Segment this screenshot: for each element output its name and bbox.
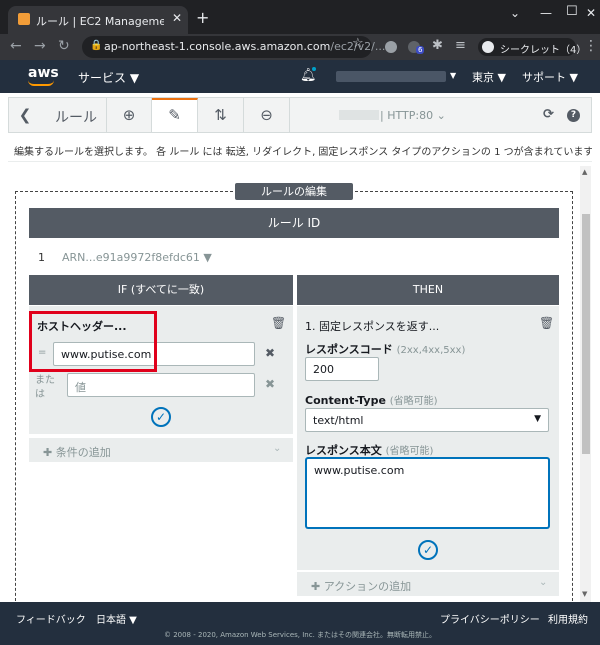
notification-dot <box>312 67 316 71</box>
edit-rule-icon[interactable]: ✎ <box>152 98 198 132</box>
reading-list-icon[interactable]: ≡ <box>455 38 466 53</box>
add-condition-button[interactable]: ✚ 条件の追加 ⌄ <box>29 438 293 462</box>
add-action-chevron-icon: ⌄ <box>539 577 548 588</box>
content-type-label: Content-Type (省略可能) <box>305 394 438 407</box>
response-body-label: レスポンス本文 (省略可能) <box>305 444 434 457</box>
close-tab-icon[interactable]: ✕ <box>172 11 182 25</box>
add-action-label: ✚ アクションの追加 <box>311 580 412 593</box>
rule-arn-dropdown[interactable]: ARN...e91a9972f8efdc61 ▼ <box>62 251 212 264</box>
account-menu-redacted[interactable] <box>336 71 446 82</box>
page-title: ルール <box>55 110 97 126</box>
aws-logo[interactable]: aws <box>28 65 59 81</box>
terms-link[interactable]: 利用規約 <box>548 611 588 626</box>
additional-value-input[interactable]: 値 <box>67 373 255 397</box>
remove-value-icon[interactable]: ✖ <box>265 346 275 360</box>
response-body-textarea[interactable]: www.putise.com <box>306 458 549 528</box>
back-icon[interactable]: ← <box>10 38 22 54</box>
content-type-select[interactable]: text/html ▼ <box>305 408 549 432</box>
response-code-input[interactable]: 200 <box>305 357 379 381</box>
minimize-icon[interactable]: — <box>540 6 552 20</box>
add-condition-label: ✚ 条件の追加 <box>43 446 111 459</box>
rule-id-header: ルール ID <box>29 208 559 238</box>
account-menu-caret-icon[interactable]: ▼ <box>450 71 456 80</box>
back-button[interactable]: ❮ <box>9 98 41 132</box>
bookmark-star-icon[interactable]: ☆ <box>352 36 364 51</box>
remove-additional-value-icon[interactable]: ✖ <box>265 377 275 391</box>
highlight-box <box>29 311 157 372</box>
delete-rule-icon[interactable]: ⊖ <box>244 98 290 132</box>
response-code-label: レスポンスコード (2xx,4xx,5xx) <box>305 343 466 356</box>
region-menu[interactable]: 東京 ▼ <box>472 69 506 85</box>
close-window-icon[interactable]: ✕ <box>586 6 596 20</box>
browser-address-bar: ← → ↻ 🔒 ap-northeast-1.console.aws.amazo… <box>0 34 600 60</box>
rule-editor-label: ルールの編集 <box>235 183 353 200</box>
rule-number: 1 <box>38 251 45 264</box>
or-label: または <box>35 375 55 400</box>
scroll-up-icon[interactable]: ▲ <box>582 168 587 176</box>
help-icon[interactable]: ? <box>567 109 580 122</box>
action-title: 1. 固定レスポンスを返す... <box>305 320 440 333</box>
aws-favicon-icon <box>18 13 30 25</box>
reload-icon[interactable]: ↻ <box>58 38 70 54</box>
maximize-icon[interactable]: ☐ <box>566 4 578 19</box>
action-panel: 1. 固定レスポンスを返す... 🗑︎ レスポンスコード (2xx,4xx,5x… <box>297 306 559 570</box>
refresh-icon[interactable]: ⟳ <box>543 107 554 122</box>
tab-title: ルール | EC2 Management Console <box>36 15 164 28</box>
dropdown-arrow-icon: ▼ <box>534 414 541 424</box>
extensions-puzzle-icon[interactable]: ✱ <box>432 38 443 53</box>
url-field[interactable]: 🔒 ap-northeast-1.console.aws.amazon.com/… <box>82 36 385 58</box>
browser-tab-bar: ルール | EC2 Management Console ✕ + ⌄ — ☐ ✕ <box>0 0 600 34</box>
rules-toolbar: ❮ ルール ⊕ ✎ ⇅ ⊖ est-alb | HTTP:80 ⌄ ⟳ ? <box>8 97 592 133</box>
delete-action-icon[interactable]: 🗑︎ <box>539 316 554 330</box>
aws-top-nav: aws サービス ▼ 🔔︎ ▼ 東京 ▼ サポート ▼ <box>0 60 600 93</box>
copyright-notice: © 2008 - 2020, Amazon Web Services, Inc.… <box>163 631 437 639</box>
forward-icon[interactable]: → <box>34 38 46 54</box>
language-selector[interactable]: 日本語 ▼ <box>96 611 137 626</box>
add-rule-icon[interactable]: ⊕ <box>106 98 152 132</box>
new-tab-icon[interactable]: + <box>196 8 209 27</box>
confirm-condition-icon[interactable]: ✓ <box>151 407 171 427</box>
info-message: 編集するルールを選択します。 各 ルール には 転送, リダイレクト, 固定レス… <box>8 136 592 162</box>
incognito-profile[interactable]: シークレット（4） <box>478 38 586 56</box>
console-footer: フィードバック 日本語 ▼ プライバシーポリシー 利用規約 © 2008 - 2… <box>0 602 600 645</box>
support-menu[interactable]: サポート ▼ <box>522 69 578 85</box>
content-type-value: text/html <box>313 414 364 427</box>
extension-icon[interactable] <box>385 41 397 53</box>
delete-condition-icon[interactable]: 🗑︎ <box>271 316 286 330</box>
reorder-rules-icon[interactable]: ⇅ <box>198 98 244 132</box>
listener-name-redacted <box>339 110 379 120</box>
url-host: ap-northeast-1.console.aws.amazon.com <box>104 40 331 53</box>
window-menu-icon[interactable]: ⌄ <box>510 6 520 20</box>
feedback-link[interactable]: フィードバック <box>16 611 86 626</box>
browser-menu-icon[interactable]: ⋮ <box>584 38 598 54</box>
aws-logo-smile-icon <box>28 80 54 86</box>
extension-badge-count: 6 <box>416 46 425 54</box>
privacy-policy-link[interactable]: プライバシーポリシー <box>440 611 540 626</box>
incognito-label: シークレット（4） <box>500 45 587 56</box>
browser-tab[interactable]: ルール | EC2 Management Console ✕ <box>8 6 188 34</box>
services-menu[interactable]: サービス ▼ <box>78 69 139 86</box>
scroll-down-icon[interactable]: ▼ <box>582 590 587 598</box>
add-action-button[interactable]: ✚ アクションの追加 ⌄ <box>297 572 559 596</box>
confirm-action-icon[interactable]: ✓ <box>418 540 438 560</box>
if-column-header: IF (すべてに一致) <box>29 275 293 305</box>
lock-icon: 🔒 <box>90 40 103 51</box>
then-column-header: THEN <box>297 275 559 305</box>
incognito-icon <box>482 41 494 53</box>
scrollbar-thumb[interactable] <box>582 214 590 454</box>
add-condition-chevron-icon: ⌄ <box>273 443 282 454</box>
